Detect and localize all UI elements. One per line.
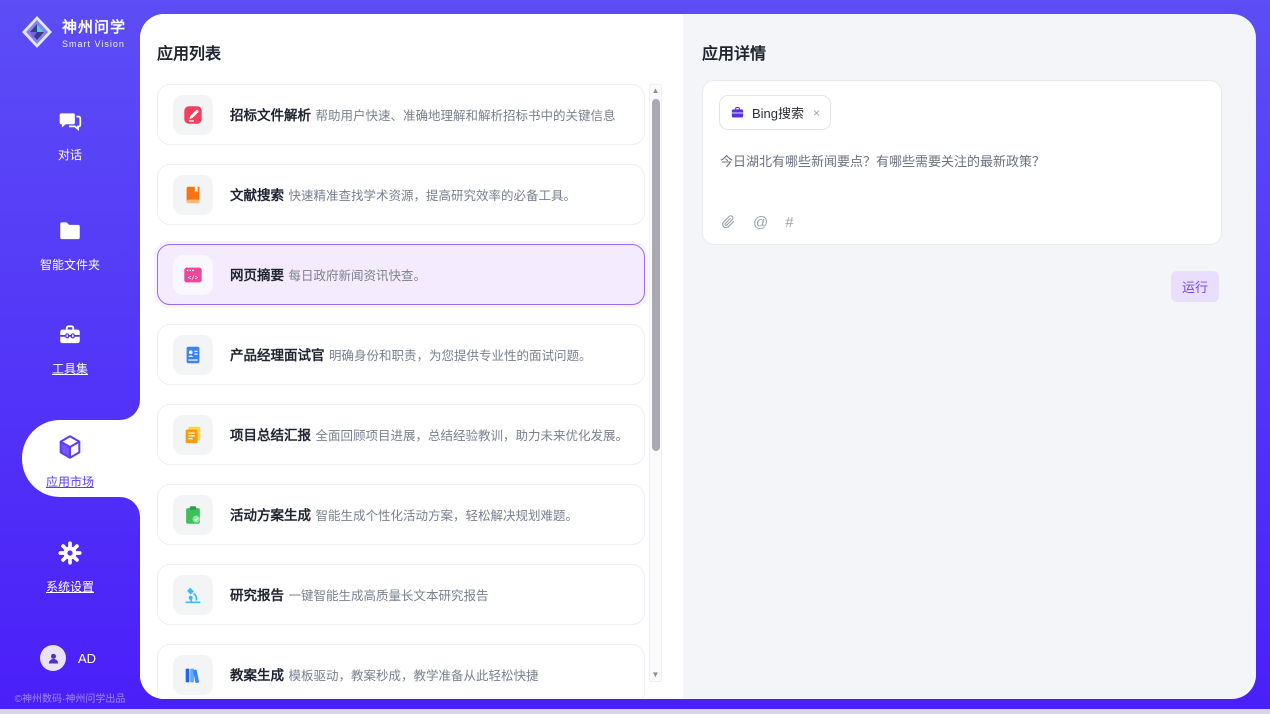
microscope-icon: [173, 575, 213, 615]
svg-text:</>: </>: [188, 274, 199, 281]
app-card-project-summary[interactable]: 项目总结汇报 全面回顾项目进展，总结经验教训，助力未来优化发展。: [157, 404, 645, 465]
app-title: 活动方案生成: [230, 508, 311, 523]
content-area: 应用列表 招标文件解析 帮助用户快速、准确地理解和解析招标书中的关键信息: [140, 14, 1256, 699]
app-card-bid-analysis[interactable]: 招标文件解析 帮助用户快速、准确地理解和解析招标书中的关键信息: [157, 84, 645, 145]
app-detail-panel: 应用详情 Bing搜索 × 今日湖北有哪些新闻要点？有哪些需要关注的最新政策？ …: [683, 14, 1256, 699]
sidebar-item-label: 系统设置: [0, 578, 140, 595]
bottom-strip: [0, 709, 1270, 714]
sidebar-item-label: 智能文件夹: [0, 256, 140, 273]
app-detail-title: 应用详情: [702, 40, 766, 64]
app-card-activity-plan[interactable]: 活动方案生成 智能生成个性化活动方案，轻松解决规划难题。: [157, 484, 645, 545]
app-description: 模板驱动，教案秒成，教学准备从此轻松快捷: [288, 669, 538, 683]
folder-icon: [57, 218, 83, 244]
sidebar-item-smart-folder[interactable]: 智能文件夹: [0, 218, 140, 273]
app-list: 招标文件解析 帮助用户快速、准确地理解和解析招标书中的关键信息 文献搜索 快速精…: [157, 84, 645, 699]
pill-notch-bottom: [120, 497, 140, 517]
briefcase-icon: [730, 105, 745, 120]
sidebar-item-label: 工具集: [0, 360, 140, 377]
gear-icon: [57, 540, 83, 566]
sidebar: 神州问学 Smart Vision 对话 智能文件夹 工具集: [0, 0, 140, 714]
app-description: 全面回顾项目进展，总结经验教训，助力未来优化发展。: [315, 429, 628, 443]
app-description: 智能生成个性化活动方案，轻松解决规划难题。: [315, 509, 578, 523]
logo-diamond-icon: [20, 14, 54, 50]
cube-icon: [56, 433, 84, 459]
browser-code-icon: </>: [173, 255, 213, 295]
clipboard-doc-icon: [173, 415, 213, 455]
hash-icon[interactable]: #: [785, 214, 793, 231]
app-list-panel: 应用列表 招标文件解析 帮助用户快速、准确地理解和解析招标书中的关键信息: [140, 14, 683, 699]
prompt-editor-card: Bing搜索 × 今日湖北有哪些新闻要点？有哪些需要关注的最新政策？ @ #: [702, 80, 1222, 245]
sidebar-item-chat[interactable]: 对话: [0, 108, 140, 163]
app-title: 招标文件解析: [230, 108, 311, 123]
sidebar-item-app-market[interactable]: 应用市场: [0, 433, 140, 490]
at-icon[interactable]: @: [753, 214, 768, 231]
app-list-scrollbar[interactable]: ▲ ▼: [649, 84, 662, 682]
app-description: 每日政府新闻资讯快查。: [288, 269, 426, 283]
app-card-lesson-plan[interactable]: 教案生成 模板驱动，教案秒成，教学准备从此轻松快捷: [157, 644, 645, 699]
app-title: 项目总结汇报: [230, 428, 311, 443]
app-description: 快速精准查找学术资源，提高研究效率的必备工具。: [288, 189, 576, 203]
app-card-web-summary[interactable]: </> 网页摘要 每日政府新闻资讯快查。: [157, 244, 645, 305]
user-initials: AD: [78, 651, 96, 666]
app-title: 教案生成: [230, 668, 284, 683]
app-window: 神州问学 Smart Vision 对话 智能文件夹 工具集: [0, 0, 1270, 714]
prompt-toolbar: @ #: [720, 213, 794, 231]
app-card-pm-interviewer[interactable]: 产品经理面试官 明确身份和职责，为您提供专业性的面试问题。: [157, 324, 645, 385]
app-title: 产品经理面试官: [230, 348, 325, 363]
scrollbar-thumb[interactable]: [652, 99, 660, 451]
scroll-down-arrow-icon[interactable]: ▼: [650, 669, 661, 681]
app-card-research-report[interactable]: 研究报告 一键智能生成高质量长文本研究报告: [157, 564, 645, 625]
sidebar-item-toolset[interactable]: 工具集: [0, 322, 140, 377]
app-title: 网页摘要: [230, 268, 284, 283]
sidebar-item-label: 对话: [0, 146, 140, 163]
sidebar-item-settings[interactable]: 系统设置: [0, 540, 140, 595]
books-icon: [173, 655, 213, 695]
book-icon: [173, 175, 213, 215]
logo-text: 神州问学 Smart Vision: [62, 16, 126, 49]
run-button[interactable]: 运行: [1171, 271, 1219, 302]
app-description: 一键智能生成高质量长文本研究报告: [288, 589, 488, 603]
user-account[interactable]: AD: [40, 645, 96, 671]
paperclip-icon[interactable]: [720, 213, 736, 231]
tag-close-icon[interactable]: ×: [813, 106, 820, 120]
sidebar-item-label: 应用市场: [0, 473, 140, 490]
chat-icon: [57, 108, 83, 134]
app-description: 明确身份和职责，为您提供专业性的面试问题。: [329, 349, 592, 363]
app-title: 神州问学: [62, 16, 126, 37]
copyright-text: ©神州数码·神州问学出品: [0, 690, 140, 705]
app-title: 文献搜索: [230, 188, 284, 203]
user-avatar-icon: [40, 645, 66, 671]
app-logo: 神州问学 Smart Vision: [20, 14, 126, 50]
app-subtitle: Smart Vision: [62, 39, 126, 49]
resume-person-icon: [173, 335, 213, 375]
app-list-title: 应用列表: [157, 40, 221, 64]
app-card-literature-search[interactable]: 文献搜索 快速精准查找学术资源，提高研究效率的必备工具。: [157, 164, 645, 225]
clipboard-check-icon: [173, 495, 213, 535]
pen-square-icon: [173, 95, 213, 135]
scroll-up-arrow-icon[interactable]: ▲: [650, 85, 661, 97]
tag-label: Bing搜索: [752, 103, 804, 122]
pill-notch-top: [120, 400, 140, 420]
tool-tag-bing-search[interactable]: Bing搜索 ×: [719, 95, 831, 130]
app-title: 研究报告: [230, 588, 284, 603]
toolbox-icon: [57, 322, 83, 348]
prompt-text-input[interactable]: 今日湖北有哪些新闻要点？有哪些需要关注的最新政策？: [720, 151, 1204, 170]
app-description: 帮助用户快速、准确地理解和解析招标书中的关键信息: [315, 109, 615, 123]
